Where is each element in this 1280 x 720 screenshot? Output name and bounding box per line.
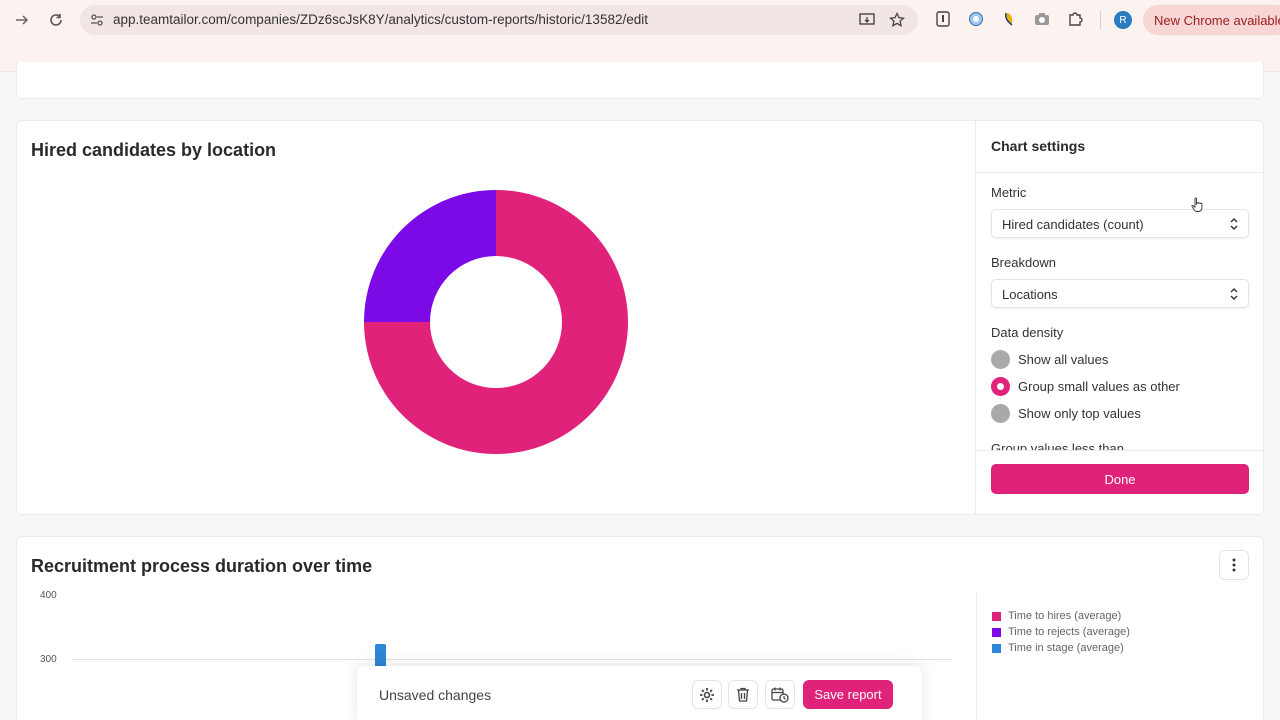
install-app-icon[interactable] <box>858 11 876 29</box>
extensions-puzzle-icon[interactable] <box>1066 10 1084 28</box>
chart-legend: Time to hires (average) Time to rejects … <box>976 592 1263 720</box>
hand-cursor-icon <box>1191 197 1203 212</box>
done-button[interactable]: Done <box>991 464 1249 494</box>
kebab-icon <box>1232 558 1236 572</box>
legend-swatch <box>992 644 1001 653</box>
previous-report-card <box>16 62 1264 99</box>
metric-select-value: Hired candidates (count) <box>1002 217 1144 232</box>
gear-icon <box>700 687 714 702</box>
chart-settings-header: Chart settings <box>976 121 1264 173</box>
metric-select[interactable]: Hired candidates (count) <box>991 209 1249 238</box>
extension-leaf-icon[interactable] <box>1000 10 1018 28</box>
legend-item[interactable]: Time to hires (average) <box>992 610 1252 624</box>
bookmark-star-icon[interactable] <box>888 11 906 29</box>
extension-circle-icon[interactable] <box>967 10 985 28</box>
y-tick-label: 300 <box>40 654 57 665</box>
address-bar[interactable]: app.teamtailor.com/companies/ZDz6scJsK8Y… <box>80 5 918 35</box>
camera-icon[interactable] <box>1033 10 1051 28</box>
chevron-up-down-icon <box>1228 286 1240 302</box>
duration-chart-title: Recruitment process duration over time <box>31 556 373 576</box>
radio-group-small-values[interactable]: Group small values as other <box>991 377 1251 397</box>
calendar-clock-icon <box>771 687 789 703</box>
data-density-label: Data density <box>991 325 1064 340</box>
legend-label: Time to rejects (average) <box>1008 626 1130 638</box>
url-text[interactable]: app.teamtailor.com/companies/ZDz6scJsK8Y… <box>113 12 648 27</box>
radio-label: Group small values as other <box>1018 379 1180 394</box>
breakdown-select[interactable]: Locations <box>991 279 1249 308</box>
pie-chart-title: Hired candidates by location <box>31 140 277 160</box>
report-settings-button[interactable] <box>692 680 722 709</box>
radio-show-top-values[interactable]: Show only top values <box>991 404 1251 424</box>
radio-show-all-values[interactable]: Show all values <box>991 350 1251 370</box>
trash-icon <box>737 687 749 702</box>
breakdown-label: Breakdown <box>991 255 1057 270</box>
donut-chart <box>364 190 628 454</box>
unsaved-changes-text: Unsaved changes <box>379 687 492 703</box>
legend-swatch <box>992 612 1001 621</box>
shield-extension-icon[interactable] <box>934 10 952 28</box>
schedule-report-button[interactable] <box>765 680 795 709</box>
breakdown-select-value: Locations <box>1002 287 1058 302</box>
legend-item[interactable]: Time to rejects (average) <box>992 626 1252 640</box>
gridline <box>72 659 952 660</box>
unsaved-changes-bar: Unsaved changes Save report <box>357 666 922 720</box>
radio-button[interactable] <box>991 404 1010 423</box>
delete-report-button[interactable] <box>728 680 758 709</box>
settings-divider <box>976 450 1264 451</box>
legend-label: Time to hires (average) <box>1008 610 1122 622</box>
chart-settings-panel: Chart settings Metric Hired candidates (… <box>975 121 1264 514</box>
radio-label: Show only top values <box>1018 406 1141 421</box>
radio-button-selected[interactable] <box>991 377 1010 396</box>
radio-label: Show all values <box>1018 352 1109 367</box>
profile-avatar[interactable]: R <box>1114 11 1132 29</box>
legend-item[interactable]: Time in stage (average) <box>992 642 1252 656</box>
save-report-button[interactable]: Save report <box>803 680 893 709</box>
donut-slice-1[interactable] <box>364 190 496 322</box>
chevron-up-down-icon <box>1228 216 1240 232</box>
forward-icon[interactable] <box>11 9 33 31</box>
y-tick-label: 400 <box>40 590 57 601</box>
metric-label: Metric <box>991 185 1027 200</box>
radio-button[interactable] <box>991 350 1010 369</box>
reload-icon[interactable] <box>45 9 67 31</box>
new-chrome-available-button[interactable]: New Chrome available <box>1143 5 1280 35</box>
chart-settings-title: Chart settings <box>991 138 1086 154</box>
site-settings-icon[interactable] <box>88 11 106 29</box>
more-options-button[interactable] <box>1219 550 1249 580</box>
legend-label: Time in stage (average) <box>1008 642 1124 654</box>
legend-swatch <box>992 628 1001 637</box>
toolbar-separator <box>1100 11 1101 29</box>
